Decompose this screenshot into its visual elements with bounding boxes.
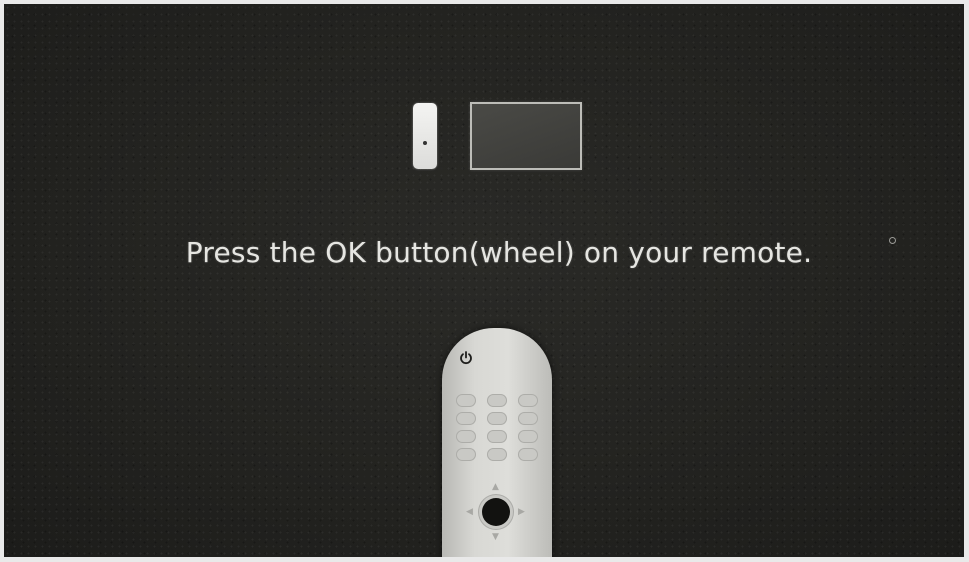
power-icon [458,350,474,366]
tv-stand-icon [504,168,548,174]
screen-speck [889,237,896,244]
nav-up-icon: ▲ [492,482,499,492]
remote-key [487,448,507,461]
ok-wheel-button[interactable] [482,498,510,526]
remote-key [518,394,538,407]
remote-key [518,430,538,443]
magic-remote-illustration: ▲ ◀ ▶ ▼ [442,328,552,557]
remote-key [487,412,507,425]
tv-screen: Press the OK button(wheel) on your remot… [4,4,964,557]
pairing-instruction: Press the OK button(wheel) on your remot… [185,236,813,269]
remote-dot [423,141,427,145]
remote-key [456,412,476,425]
remote-key [456,394,476,407]
remote-icon [413,103,437,169]
nav-right-icon: ▶ [518,507,525,517]
remote-key [518,448,538,461]
nav-down-icon: ▼ [492,532,499,542]
remote-key [487,430,507,443]
remote-key [456,448,476,461]
tv-icon [470,102,582,170]
remote-key [456,430,476,443]
nav-left-icon: ◀ [466,507,473,517]
remote-key [518,412,538,425]
remote-key [487,394,507,407]
